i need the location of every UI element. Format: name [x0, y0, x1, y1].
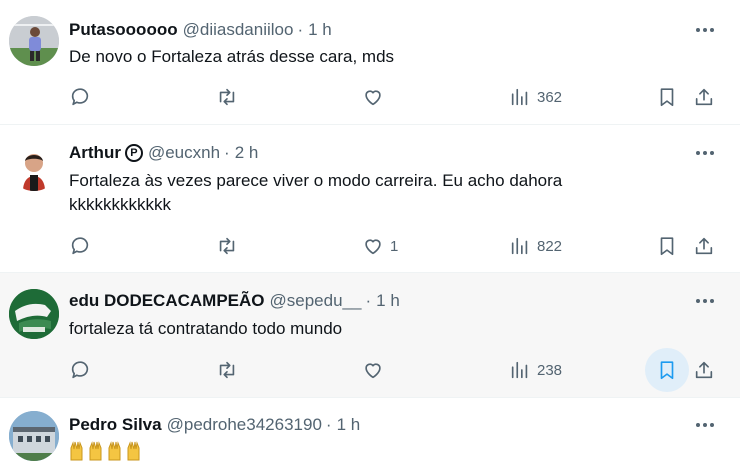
separator-dot: ·	[325, 415, 332, 434]
retweet-icon	[219, 237, 235, 255]
author-handle[interactable]: @eucxnh	[148, 143, 220, 163]
views-count: 822	[537, 237, 563, 255]
timestamp[interactable]: 1 h	[376, 291, 400, 311]
author-name[interactable]: Putasoooooo	[69, 20, 178, 40]
share-button[interactable]	[693, 84, 715, 110]
tweet[interactable]: Pedro Silva @pedrohe34263190 · 1 h	[0, 398, 740, 467]
like-icon	[365, 90, 381, 106]
like-button[interactable]	[362, 357, 384, 383]
like-icon	[365, 363, 381, 379]
raising-hands-emoji	[127, 441, 140, 461]
reply-icon	[71, 88, 89, 106]
raising-hands-emoji	[108, 441, 121, 461]
author-name[interactable]: edu DODECACAMPEÃO	[69, 291, 265, 311]
timestamp[interactable]: 2 h	[235, 143, 259, 163]
separator-dot: ·	[297, 20, 304, 39]
tweet-text: Fortaleza às vezes parece viver o modo c…	[69, 171, 563, 214]
like-button[interactable]	[362, 84, 384, 110]
timestamp[interactable]: 1 h	[337, 415, 361, 435]
retweet-icon	[219, 88, 235, 106]
raising-hands-emoji	[70, 441, 83, 461]
views-icon	[511, 361, 528, 379]
retweet-button[interactable]	[216, 233, 238, 259]
share-button[interactable]	[693, 233, 715, 259]
bookmark-icon	[660, 237, 674, 256]
separator-dot: ·	[365, 291, 372, 310]
views-button[interactable]: 362	[509, 84, 562, 110]
bookmark-icon	[660, 88, 674, 107]
reply-button[interactable]	[69, 233, 91, 259]
avatar[interactable]	[9, 411, 59, 461]
retweet-button[interactable]	[216, 357, 238, 383]
views-icon	[511, 88, 528, 106]
tweet[interactable]: edu DODECACAMPEÃO @sepedu__ · 1 h fortal…	[0, 273, 740, 398]
tweet[interactable]: Putasoooooo @diiasdaniiloo · 1 h De novo…	[0, 0, 740, 125]
timestamp[interactable]: 1 h	[308, 20, 332, 40]
reply-button[interactable]	[69, 357, 91, 383]
bookmark-button[interactable]	[656, 84, 678, 110]
more-icon[interactable]	[692, 19, 718, 41]
views-count: 238	[537, 361, 563, 379]
tweet-text	[69, 440, 689, 462]
tweet[interactable]: Arthur P @eucxnh · 2 h Fortaleza às veze…	[0, 125, 740, 273]
avatar[interactable]	[9, 289, 59, 339]
more-icon[interactable]	[692, 414, 718, 436]
views-count: 362	[537, 88, 563, 106]
separator-dot: ·	[224, 143, 230, 162]
like-icon	[365, 239, 381, 255]
avatar[interactable]	[9, 141, 59, 191]
share-button[interactable]	[693, 357, 715, 383]
like-button[interactable]: 1	[362, 233, 398, 259]
bookmark-button[interactable]	[656, 233, 678, 259]
more-icon[interactable]	[692, 142, 718, 164]
author-name[interactable]: Pedro Silva	[69, 415, 162, 435]
author-handle[interactable]: @diiasdaniiloo	[183, 20, 294, 40]
bookmark-button[interactable]	[645, 348, 689, 392]
views-icon	[511, 237, 528, 255]
reply-icon	[71, 361, 89, 379]
views-button[interactable]: 238	[509, 357, 562, 383]
author-handle[interactable]: @sepedu__	[270, 291, 362, 311]
more-icon[interactable]	[692, 290, 718, 312]
share-icon	[695, 237, 713, 255]
share-icon	[695, 88, 713, 106]
share-icon	[695, 361, 713, 379]
views-button[interactable]: 822	[509, 233, 562, 259]
tweet-text: fortaleza tá contratando todo mundo	[69, 319, 343, 338]
author-handle[interactable]: @pedrohe34263190	[167, 415, 322, 435]
verified-badge: P	[124, 144, 143, 162]
raising-hands-emoji	[89, 441, 102, 461]
retweet-icon	[219, 361, 235, 379]
author-name[interactable]: Arthur	[69, 143, 121, 163]
bookmark-icon	[660, 361, 674, 380]
avatar[interactable]	[9, 16, 59, 66]
retweet-button[interactable]	[216, 84, 238, 110]
reply-button[interactable]	[69, 84, 91, 110]
tweet-text: De novo o Fortaleza atrás desse cara, md…	[69, 47, 395, 66]
reply-icon	[71, 237, 89, 255]
like-count: 1	[390, 237, 399, 255]
